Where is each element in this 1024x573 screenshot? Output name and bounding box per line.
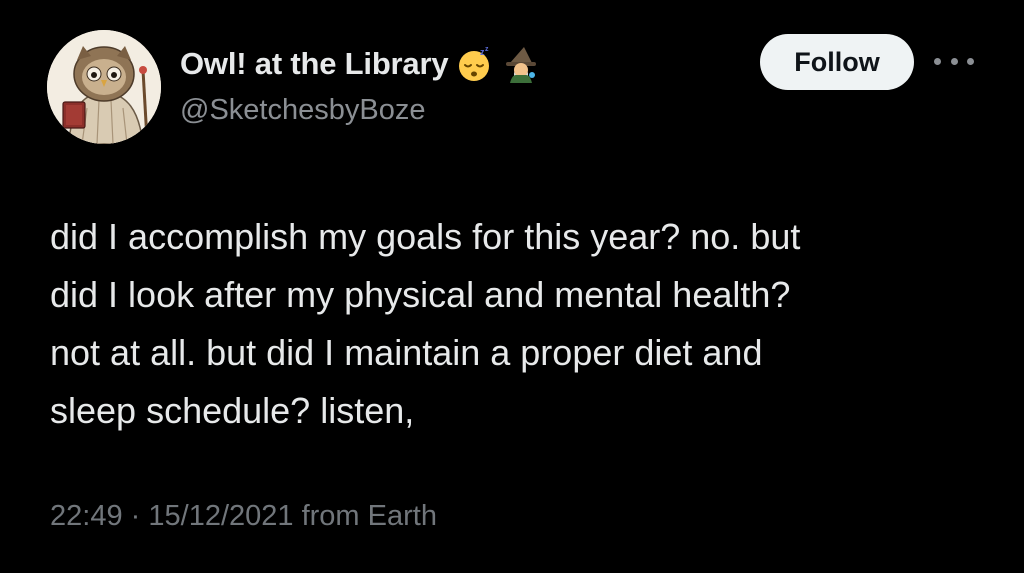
tweet-source: from Earth [301,500,437,532]
svg-text:z: z [485,46,489,53]
avatar[interactable] [47,30,161,144]
tweet-text-line: did I accomplish my goals for this year?… [50,216,801,257]
follow-button[interactable]: Follow [760,34,914,90]
owl-avatar-illustration [47,30,161,144]
tweet-date[interactable]: 15/12/2021 [148,500,293,532]
meta-separator: · [130,500,141,532]
tweet-text-line: sleep schedule? listen, [50,390,415,431]
display-name[interactable]: Owl! at the Library [180,46,449,82]
dot [950,57,958,65]
tweet-text: did I accomplish my goals for this year?… [50,208,990,440]
tweet-text-line: not at all. but did I maintain a proper … [50,332,763,373]
tweet-metadata: 22:49 · 15/12/2021 from Earth [50,500,437,533]
tweet-time[interactable]: 22:49 [50,500,123,532]
tweet-card: Owl! at the Library z z @SketchesbyBoze [0,0,1024,573]
mage-icon [502,45,540,83]
sleeping-face-icon: z z [456,45,494,83]
dot [934,57,941,65]
dot [967,57,974,65]
name-row: Owl! at the Library z z [180,42,540,86]
more-horizontal-icon[interactable] [934,46,974,76]
user-handle[interactable]: @SketchesbyBoze [180,94,425,127]
tweet-text-line: did I look after my physical and mental … [50,274,791,315]
